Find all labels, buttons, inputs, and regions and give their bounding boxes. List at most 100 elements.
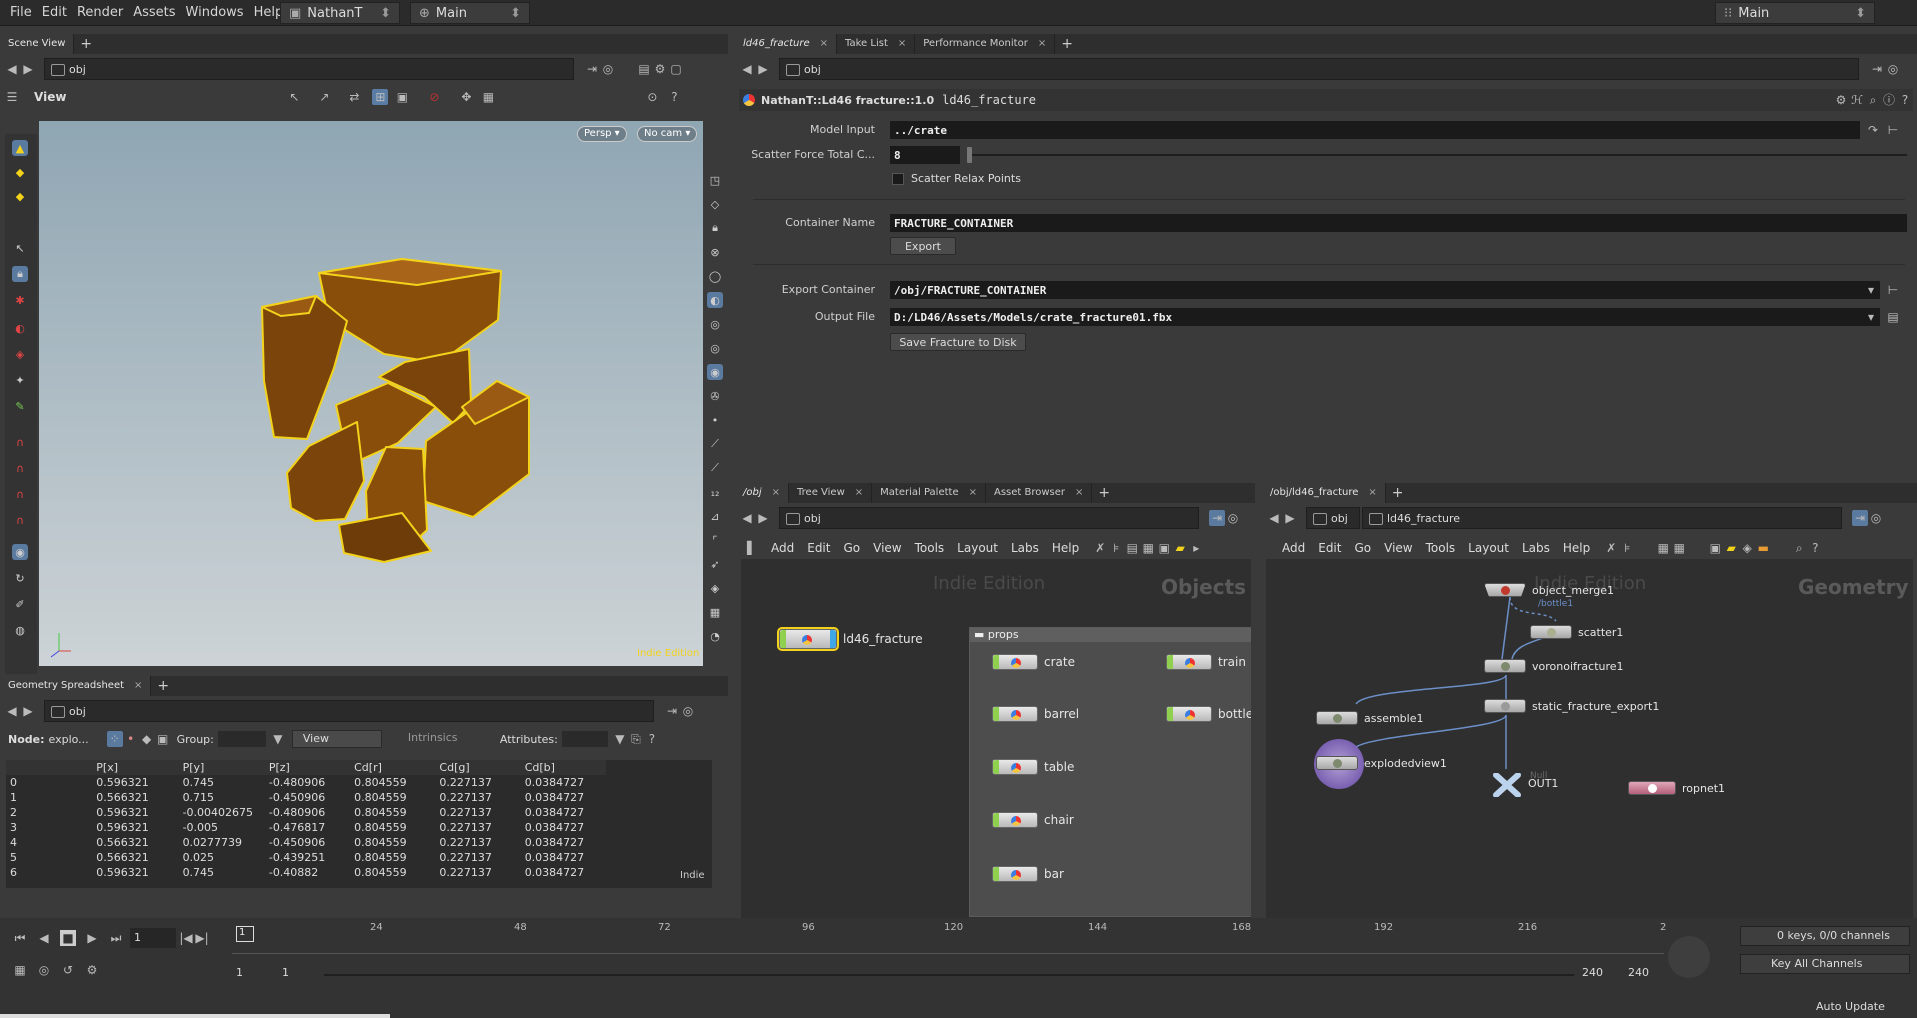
ropnet1-node[interactable]: ropnet1 xyxy=(1628,781,1725,795)
menu-labs[interactable]: Labs xyxy=(1522,541,1550,555)
sticky-icon[interactable]: ▰ xyxy=(1172,540,1188,556)
shading-icon[interactable]: ◐ xyxy=(707,292,723,308)
box-icon[interactable]: ▬ xyxy=(1755,540,1771,556)
filter-icon[interactable]: ▼ xyxy=(270,731,286,747)
grid2-icon[interactable]: ▦ xyxy=(1671,540,1687,556)
node-chooser-icon[interactable]: ⊢ xyxy=(1885,122,1901,138)
output-file-field[interactable]: D:/LD46/Assets/Models/crate_fracture01.f… xyxy=(890,308,1880,326)
select-mode-icon[interactable]: ▲ xyxy=(12,140,28,156)
chevron-down-icon[interactable]: ▾ xyxy=(1863,282,1879,298)
range-end[interactable]: 240 xyxy=(1582,966,1603,979)
menu-view[interactable]: View xyxy=(1384,541,1412,555)
table-row[interactable]: 0 0.596321 0.745 -0.480906 0.804559 0.227137 0… xyxy=(6,775,606,790)
add-tab-icon[interactable]: + xyxy=(151,676,176,696)
detail-mode-icon[interactable]: ▣ xyxy=(155,731,171,747)
prims-mode-icon[interactable]: ◆ xyxy=(139,731,155,747)
table-row[interactable]: 2 0.596321 -0.00402675 -0.480906 0.804559 0.2… xyxy=(6,805,606,820)
scene-path-field[interactable]: obj xyxy=(44,58,574,80)
col-header-cdb[interactable]: Cd[b] xyxy=(521,760,606,775)
menu-file[interactable]: File xyxy=(10,5,32,20)
menu-view[interactable]: View xyxy=(873,541,901,555)
prim-number-icon[interactable]: ⊿ xyxy=(707,508,723,524)
settings-icon[interactable]: ⚙ xyxy=(84,962,100,978)
file-chooser-icon[interactable]: ▤ xyxy=(1885,309,1901,325)
props-box-header[interactable]: ▬ props xyxy=(970,628,1251,642)
view-tool-icon[interactable]: ◉ xyxy=(12,544,28,560)
export-button[interactable]: Export xyxy=(890,237,956,255)
export-container-field[interactable]: /obj/FRACTURE_CONTAINER xyxy=(890,281,1880,299)
grid-icon[interactable]: ▦ xyxy=(1140,540,1156,556)
checker-icon[interactable]: ▦ xyxy=(707,604,723,620)
range-start[interactable]: 1 xyxy=(236,966,243,979)
tab-geometry-spreadsheet[interactable]: Geometry Spreadsheet × xyxy=(0,676,152,696)
jump-end-icon[interactable]: ⏭ xyxy=(108,930,124,946)
light-bulb-icon[interactable]: ◎ xyxy=(707,316,723,332)
menu-edit[interactable]: Edit xyxy=(807,541,830,555)
settings-icon[interactable]: ⚙ xyxy=(652,61,668,77)
chair-node[interactable]: chair xyxy=(992,812,1074,828)
record-icon[interactable]: ⊘ xyxy=(426,89,442,105)
view-menu-icon[interactable]: ☰ xyxy=(4,89,20,105)
scatter-value-field[interactable]: 8 xyxy=(890,146,960,164)
frame-icon[interactable]: ▣ xyxy=(394,89,410,105)
tree-icon[interactable]: ⊧ xyxy=(1108,540,1124,556)
tab-material-palette[interactable]: Material Palette × xyxy=(872,483,986,503)
display-options-icon[interactable]: ◳ xyxy=(707,172,723,188)
stop-icon[interactable]: ■ xyxy=(60,930,76,946)
more-icon[interactable]: ▸ xyxy=(1188,540,1204,556)
table-row[interactable]: 5 0.566321 0.025 -0.439251 0.804559 0.227137 0… xyxy=(6,850,606,865)
play-back-icon[interactable]: ◀ xyxy=(36,930,52,946)
close-icon[interactable]: × xyxy=(898,38,906,49)
obj-network-canvas[interactable]: Indie Edition Objects ld46_fracture ▬ pr… xyxy=(741,559,1251,919)
pin-icon[interactable]: ⇥ xyxy=(1869,61,1885,77)
link-icon[interactable]: ◎ xyxy=(1885,61,1901,77)
props-network-box[interactable]: ▬ props crate train barrel bottle1 table… xyxy=(969,627,1251,917)
pin-icon[interactable]: ⇥ xyxy=(664,703,680,719)
menu-labs[interactable]: Labs xyxy=(1011,541,1039,555)
light2-icon[interactable]: ◎ xyxy=(707,340,723,356)
step-forward-icon[interactable]: ▶| xyxy=(194,930,210,946)
sticky-icon[interactable]: ▰ xyxy=(1723,540,1739,556)
chevron-down-icon[interactable]: ▾ xyxy=(1863,309,1879,325)
step-back-icon[interactable]: |◀ xyxy=(178,930,194,946)
relax-checkbox[interactable] xyxy=(892,173,904,185)
link-icon[interactable]: ◎ xyxy=(680,703,696,719)
menu-add[interactable]: Add xyxy=(1282,541,1305,555)
transform-icon[interactable]: ⇄ xyxy=(346,89,362,105)
range-slider[interactable] xyxy=(324,974,1574,976)
realtime-icon[interactable]: ▦ xyxy=(12,962,28,978)
scope-dial[interactable] xyxy=(1668,936,1710,978)
bottle1-node[interactable]: bottle1 xyxy=(1166,706,1251,722)
vertices-mode-icon[interactable]: • xyxy=(123,731,139,747)
col-header-py[interactable]: P[y] xyxy=(179,760,265,775)
close-icon[interactable]: × xyxy=(1368,487,1376,498)
tab-scene-view[interactable]: Scene View xyxy=(0,34,75,54)
help-icon[interactable]: ? xyxy=(1897,92,1913,108)
primitives-icon[interactable]: ◆ xyxy=(12,188,28,204)
keys-info[interactable]: 0 keys, 0/0 channels xyxy=(1740,926,1910,946)
spreadsheet-path-field[interactable]: obj xyxy=(44,700,654,722)
info-icon[interactable]: ⓘ xyxy=(1881,92,1897,108)
palette-icon[interactable]: ◈ xyxy=(1739,540,1755,556)
select-tool-icon[interactable]: ↖ xyxy=(286,89,302,105)
lock-camera-icon[interactable]: 🔒︎ xyxy=(707,220,723,236)
table-row[interactable]: 1 0.566321 0.715 -0.450906 0.804559 0.227137 0… xyxy=(6,790,606,805)
menu-tools[interactable]: Tools xyxy=(915,541,945,555)
link-icon[interactable]: ◎ xyxy=(1225,510,1241,526)
collapse-icon[interactable]: ▐ xyxy=(739,540,755,556)
table-row[interactable]: 6 0.596321 0.745 -0.40882 0.804559 0.227137 0.… xyxy=(6,865,606,880)
range-end-2[interactable]: 240 xyxy=(1628,966,1649,979)
link-icon[interactable]: ◎ xyxy=(600,61,616,77)
jump-start-icon[interactable]: ⏮ xyxy=(12,930,28,946)
explodedview1-node[interactable]: explodedview1 xyxy=(1316,756,1447,770)
points-icon[interactable]: ◆ xyxy=(12,164,28,180)
snap-icon[interactable]: ⊞ xyxy=(372,89,389,105)
ghost-icon[interactable]: ◇ xyxy=(707,196,723,212)
pin-icon[interactable]: ⇥ xyxy=(1209,510,1225,526)
point-icon[interactable]: • xyxy=(707,412,723,428)
edge-icon[interactable]: ⟋ xyxy=(707,460,723,476)
menu-go[interactable]: Go xyxy=(843,541,860,555)
menu-edit[interactable]: Edit xyxy=(1318,541,1341,555)
desk-dropdown[interactable]: ⊕ Main ⬍ xyxy=(410,2,530,24)
add-tab-icon[interactable]: + xyxy=(1385,483,1410,503)
